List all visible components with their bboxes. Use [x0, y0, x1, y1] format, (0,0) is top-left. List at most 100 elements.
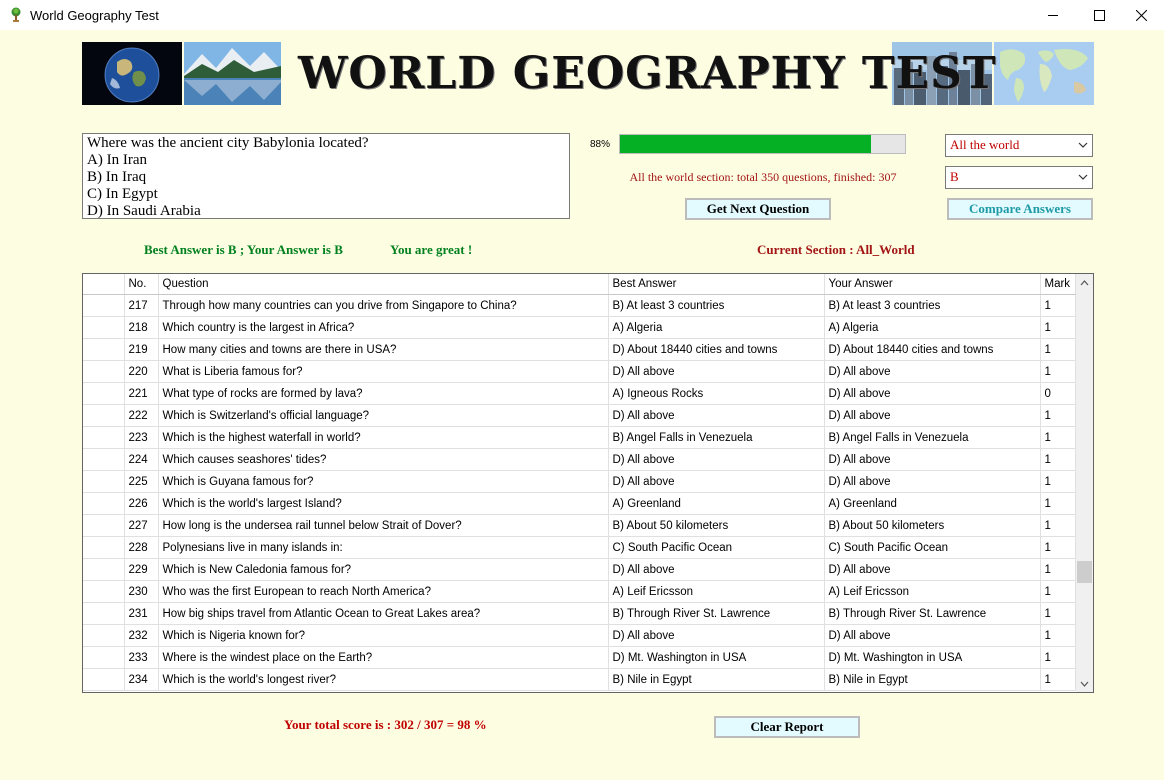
table-row[interactable]: 232 Which is Nigeria known for? D) All abo… [83, 624, 1076, 647]
cell-mark[interactable]: 1 [1040, 492, 1076, 515]
cell-best-answer[interactable]: D) Mt. Washington in USA [608, 646, 825, 669]
cell-best-answer[interactable]: D) All above [608, 360, 825, 383]
cell-your-answer[interactable]: B) Nile in Egypt [824, 668, 1041, 691]
clear-report-button[interactable]: Clear Report [714, 716, 860, 738]
table-row[interactable]: 221 What type of rocks are formed by lava… [83, 382, 1076, 405]
row-header-cell[interactable] [83, 558, 125, 581]
column-header-best-answer[interactable]: Best Answer [608, 274, 825, 295]
row-header-cell[interactable] [83, 316, 125, 339]
table-row[interactable]: 219 How many cities and towns are there i… [83, 338, 1076, 361]
column-header-your-answer[interactable]: Your Answer [824, 274, 1041, 295]
cell-question[interactable]: Which causes seashores' tides? [158, 448, 609, 471]
cell-number[interactable]: 229 [124, 558, 159, 581]
cell-mark[interactable]: 1 [1040, 514, 1076, 537]
scroll-up-button[interactable] [1076, 274, 1093, 291]
cell-question[interactable]: Where is the windest place on the Earth? [158, 646, 609, 669]
cell-number[interactable]: 233 [124, 646, 159, 669]
cell-your-answer[interactable]: D) All above [824, 470, 1041, 493]
maximize-button[interactable] [1076, 0, 1122, 30]
cell-best-answer[interactable]: B) Through River St. Lawrence [608, 602, 825, 625]
table-row[interactable]: 218 Which country is the largest in Afric… [83, 316, 1076, 339]
row-header-cell[interactable] [83, 646, 125, 669]
cell-number[interactable]: 220 [124, 360, 159, 383]
cell-question[interactable]: Which is New Caledonia famous for? [158, 558, 609, 581]
column-header-no[interactable]: No. [124, 274, 159, 295]
cell-mark[interactable]: 1 [1040, 536, 1076, 559]
cell-question[interactable]: Which country is the largest in Africa? [158, 316, 609, 339]
cell-best-answer[interactable]: D) All above [608, 624, 825, 647]
row-header-cell[interactable] [83, 426, 125, 449]
cell-number[interactable]: 224 [124, 448, 159, 471]
cell-best-answer[interactable]: B) Angel Falls in Venezuela [608, 426, 825, 449]
table-row[interactable]: 228 Polynesians live in many islands in: C… [83, 536, 1076, 559]
cell-number[interactable]: 218 [124, 316, 159, 339]
row-header-cell[interactable] [83, 492, 125, 515]
cell-your-answer[interactable]: D) All above [824, 448, 1041, 471]
cell-your-answer[interactable]: A) Algeria [824, 316, 1041, 339]
table-row[interactable]: 224 Which causes seashores' tides? D) All … [83, 448, 1076, 471]
row-header-cell[interactable] [83, 404, 125, 427]
row-header-cell[interactable] [83, 580, 125, 603]
table-row[interactable]: 227 How long is the undersea rail tunnel … [83, 514, 1076, 537]
cell-question[interactable]: Which is Nigeria known for? [158, 624, 609, 647]
row-header-cell[interactable] [83, 668, 125, 691]
row-header-cell[interactable] [83, 360, 125, 383]
cell-your-answer[interactable]: B) About 50 kilometers [824, 514, 1041, 537]
cell-best-answer[interactable]: D) All above [608, 558, 825, 581]
cell-best-answer[interactable]: D) All above [608, 470, 825, 493]
cell-best-answer[interactable]: B) About 50 kilometers [608, 514, 825, 537]
cell-number[interactable]: 222 [124, 404, 159, 427]
compare-answers-button[interactable]: Compare Answers [947, 198, 1093, 220]
table-row[interactable]: 233 Where is the windest place on the Ear… [83, 646, 1076, 669]
cell-mark[interactable]: 1 [1040, 448, 1076, 471]
cell-best-answer[interactable]: A) Leif Ericsson [608, 580, 825, 603]
cell-your-answer[interactable]: D) About 18440 cities and towns [824, 338, 1041, 361]
cell-your-answer[interactable]: D) All above [824, 404, 1041, 427]
row-header-cell[interactable] [83, 602, 125, 625]
row-header-cell[interactable] [83, 338, 125, 361]
cell-best-answer[interactable]: D) All above [608, 404, 825, 427]
cell-mark[interactable]: 1 [1040, 316, 1076, 339]
cell-number[interactable]: 217 [124, 294, 159, 317]
cell-best-answer[interactable]: A) Greenland [608, 492, 825, 515]
cell-your-answer[interactable]: A) Leif Ericsson [824, 580, 1041, 603]
table-row[interactable]: 231 How big ships travel from Atlantic Oc… [83, 602, 1076, 625]
cell-best-answer[interactable]: C) South Pacific Ocean [608, 536, 825, 559]
cell-mark[interactable]: 1 [1040, 338, 1076, 361]
cell-best-answer[interactable]: D) About 18440 cities and towns [608, 338, 825, 361]
scrollbar-thumb[interactable] [1077, 561, 1092, 583]
cell-your-answer[interactable]: D) All above [824, 382, 1041, 405]
scroll-down-button[interactable] [1076, 675, 1093, 692]
cell-number[interactable]: 231 [124, 602, 159, 625]
cell-mark[interactable]: 1 [1040, 624, 1076, 647]
minimize-button[interactable] [1030, 0, 1076, 30]
cell-mark[interactable]: 1 [1040, 602, 1076, 625]
answer-dropdown[interactable]: B [945, 166, 1093, 189]
vertical-scrollbar[interactable] [1076, 274, 1093, 692]
cell-mark[interactable]: 1 [1040, 646, 1076, 669]
row-header-cell[interactable] [83, 382, 125, 405]
row-header-cell[interactable] [83, 624, 125, 647]
cell-question[interactable]: Through how many countries can you drive… [158, 294, 609, 317]
table-row[interactable]: 223 Which is the highest waterfall in wor… [83, 426, 1076, 449]
cell-number[interactable]: 219 [124, 338, 159, 361]
cell-number[interactable]: 234 [124, 668, 159, 691]
row-header-cell[interactable] [83, 470, 125, 493]
cell-question[interactable]: Which is Guyana famous for? [158, 470, 609, 493]
cell-mark[interactable]: 1 [1040, 426, 1076, 449]
cell-question[interactable]: Who was the first European to reach Nort… [158, 580, 609, 603]
table-row[interactable]: 217 Through how many countries can you dr… [83, 294, 1076, 317]
row-header-cell[interactable] [83, 536, 125, 559]
cell-mark[interactable]: 1 [1040, 470, 1076, 493]
close-button[interactable] [1118, 0, 1164, 30]
cell-question[interactable]: How many cities and towns are there in U… [158, 338, 609, 361]
cell-number[interactable]: 221 [124, 382, 159, 405]
cell-number[interactable]: 230 [124, 580, 159, 603]
column-header-mark[interactable]: Mark [1040, 274, 1076, 295]
cell-number[interactable]: 226 [124, 492, 159, 515]
table-row[interactable]: 234 Which is the world's longest river? B)… [83, 668, 1076, 691]
row-header-cell[interactable] [83, 514, 125, 537]
question-textbox[interactable]: Where was the ancient city Babylonia loc… [82, 133, 570, 219]
cell-your-answer[interactable]: D) Mt. Washington in USA [824, 646, 1041, 669]
cell-number[interactable]: 225 [124, 470, 159, 493]
